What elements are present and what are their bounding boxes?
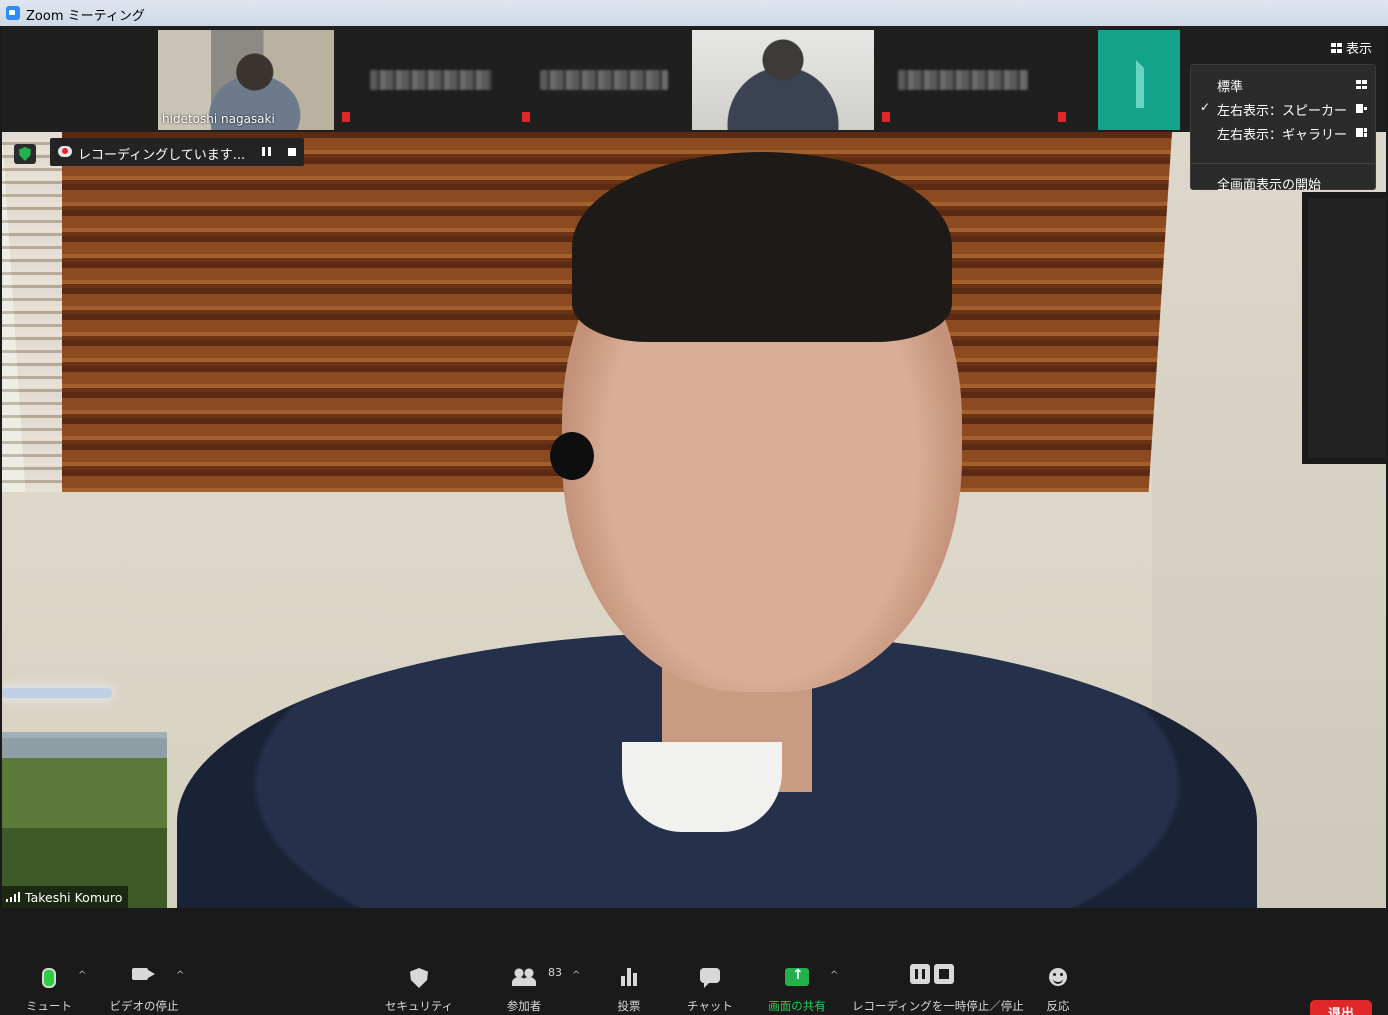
stop-video-label: ビデオの停止 bbox=[109, 999, 179, 1013]
participants-options-chevron-icon[interactable]: ^ bbox=[572, 970, 580, 981]
side-gallery-icon bbox=[1356, 128, 1367, 137]
stop-icon bbox=[934, 964, 954, 984]
view-button-label: 表示 bbox=[1345, 42, 1372, 57]
stop-recording-button[interactable] bbox=[288, 148, 296, 156]
participant-thumbnail-strip: hidetoshi nagasaki 表示 bbox=[2, 26, 1386, 132]
muted-mic-icon bbox=[1058, 112, 1066, 122]
mute-options-chevron-icon[interactable]: ^ bbox=[78, 970, 86, 981]
menu-divider bbox=[1191, 163, 1375, 164]
window-title: Zoom ミーティング bbox=[26, 9, 145, 24]
active-speaker-video bbox=[2, 132, 1386, 908]
recording-control-label: レコーディングを一時停止／停止 bbox=[852, 999, 1024, 1013]
share-screen-label: 画面の共有 bbox=[768, 999, 826, 1013]
avatar-initial-icon bbox=[1136, 60, 1174, 108]
mute-label: ミュート bbox=[26, 999, 72, 1013]
menu-item-label: 左右表示：ギャラリー bbox=[1217, 128, 1348, 143]
participant-tile-4[interactable] bbox=[692, 30, 874, 130]
speaker-shirt bbox=[622, 742, 782, 832]
share-screen-icon bbox=[785, 967, 809, 986]
signal-strength-icon bbox=[6, 892, 20, 902]
cloud-record-icon bbox=[58, 146, 72, 157]
participant-name-blurred bbox=[370, 70, 492, 90]
encryption-badge[interactable] bbox=[14, 144, 36, 164]
muted-mic-icon bbox=[522, 112, 530, 122]
security-shield-icon bbox=[410, 968, 428, 988]
speaker-name-label: Takeshi Komuro bbox=[2, 886, 129, 908]
participant-tile-6[interactable] bbox=[1098, 30, 1180, 130]
speaker-earbud bbox=[550, 432, 594, 480]
participants-icon: 83 bbox=[512, 966, 562, 986]
participant-name-blurred bbox=[898, 70, 1028, 90]
participants-label: 参加者 bbox=[506, 999, 542, 1013]
participant-tile-1[interactable]: hidetoshi nagasaki bbox=[158, 30, 334, 130]
view-button[interactable]: 表示 bbox=[1330, 38, 1372, 57]
zoom-app-icon bbox=[6, 6, 20, 20]
smiley-icon bbox=[1049, 968, 1067, 986]
menu-item-label: 左右表示：スピーカー bbox=[1217, 104, 1348, 119]
meeting-toolbar: ミュート ^ ビデオの停止 ^ セキュリティ 83 参加者 ^ 投票 チャット bbox=[2, 908, 1386, 1015]
window-titlebar: Zoom ミーティング bbox=[0, 0, 1388, 26]
participants-count: 83 bbox=[548, 966, 562, 979]
shield-icon bbox=[19, 147, 31, 161]
muted-mic-icon bbox=[342, 112, 350, 122]
menu-item-label: 標準 bbox=[1217, 80, 1244, 95]
participant-tile-3[interactable] bbox=[530, 30, 690, 130]
background-window bbox=[2, 132, 62, 492]
background-aquarium bbox=[2, 732, 167, 908]
pause-recording-button[interactable] bbox=[262, 147, 271, 156]
recording-control-icon bbox=[910, 964, 954, 984]
participant-tile-5[interactable] bbox=[882, 30, 1052, 130]
chat-bubble-icon bbox=[700, 968, 720, 988]
reactions-label: 反応 bbox=[1046, 999, 1070, 1013]
participant-tile-2[interactable] bbox=[352, 30, 512, 130]
polls-label: 投票 bbox=[617, 999, 641, 1013]
background-frame bbox=[1302, 192, 1386, 464]
side-speaker-icon bbox=[1356, 104, 1367, 113]
security-label: セキュリティ bbox=[384, 999, 454, 1013]
zoom-meeting-window: hidetoshi nagasaki 表示 標準 ✓ 左右表示：スピーカー 左右… bbox=[2, 26, 1386, 1015]
video-options-chevron-icon[interactable]: ^ bbox=[176, 970, 184, 981]
background-lamp bbox=[2, 688, 112, 698]
check-icon: ✓ bbox=[1200, 100, 1211, 114]
speaker-name: Takeshi Komuro bbox=[25, 889, 123, 905]
speaker-hair bbox=[572, 152, 952, 342]
recording-status-text: レコーディングしています... bbox=[78, 148, 246, 163]
grid-icon bbox=[1330, 42, 1342, 53]
participant-name: hidetoshi nagasaki bbox=[162, 112, 275, 126]
participant-name-blurred bbox=[540, 70, 668, 90]
menu-item-side-gallery[interactable]: 左右表示：ギャラリー bbox=[1191, 121, 1375, 143]
menu-item-side-speaker[interactable]: ✓ 左右表示：スピーカー bbox=[1191, 97, 1375, 119]
menu-item-label: 全画面表示の開始 bbox=[1217, 178, 1322, 193]
menu-item-standard[interactable]: 標準 bbox=[1191, 73, 1375, 95]
poll-chart-icon bbox=[621, 968, 637, 986]
recording-indicator: レコーディングしています... bbox=[50, 138, 304, 166]
pause-icon bbox=[910, 964, 930, 984]
grid-icon bbox=[1356, 80, 1367, 89]
view-menu: 標準 ✓ 左右表示：スピーカー 左右表示：ギャラリー 全画面表示の開始 bbox=[1190, 64, 1376, 193]
chat-label: チャット bbox=[687, 999, 733, 1013]
microphone-icon bbox=[42, 968, 56, 988]
leave-meeting-button[interactable]: 退出 bbox=[1310, 1000, 1372, 1015]
menu-item-fullscreen[interactable]: 全画面表示の開始 bbox=[1191, 171, 1375, 193]
video-camera-icon bbox=[132, 968, 155, 980]
share-options-chevron-icon[interactable]: ^ bbox=[830, 970, 838, 981]
